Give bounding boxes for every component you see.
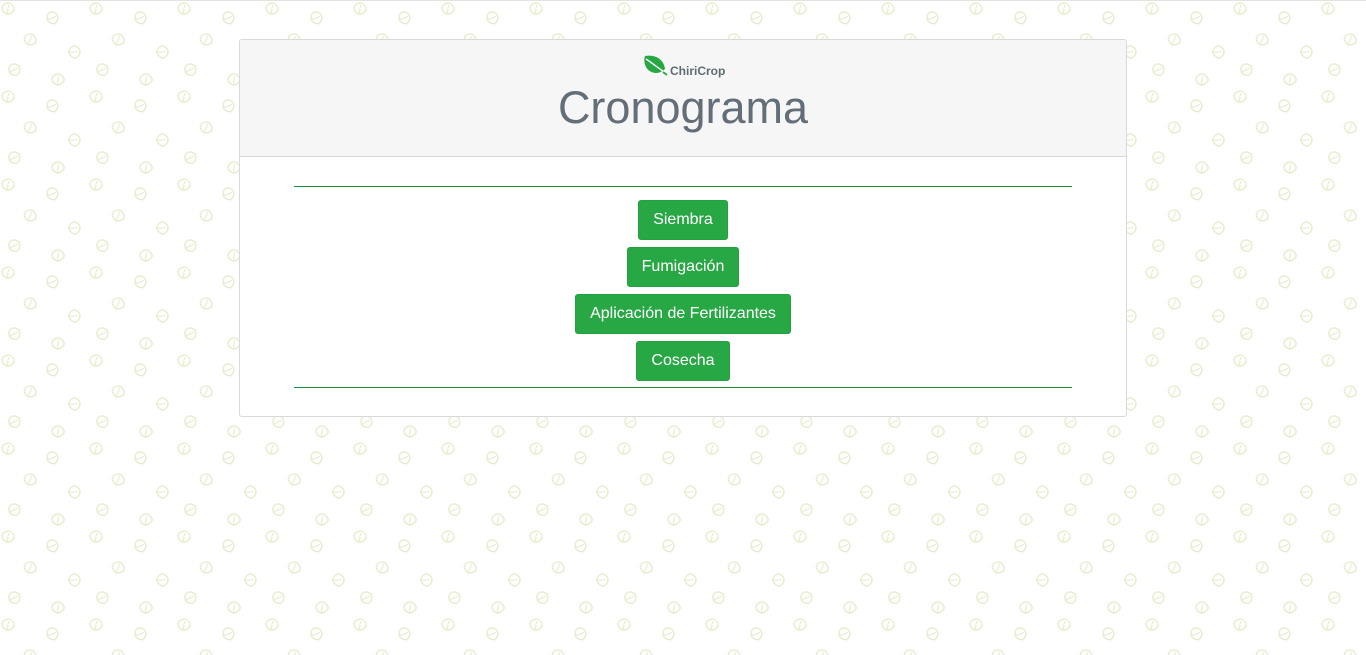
top-divider [294,186,1072,187]
card-header: ChiriCrop Cronograma [240,40,1126,157]
brand-name: ChiriCrop [670,64,726,78]
page-title: Cronograma [557,82,809,133]
fumigacion-button[interactable]: Fumigación [626,247,740,287]
leaf-icon [644,55,668,76]
top-border [0,0,1366,1]
cosecha-button[interactable]: Cosecha [636,341,730,381]
fertilizantes-button[interactable]: Aplicación de Fertilizantes [575,294,791,334]
schedule-menu: Siembra Fumigación Aplicación de Fertili… [240,200,1126,388]
card-body: Siembra Fumigación Aplicación de Fertili… [240,157,1126,416]
siembra-button[interactable]: Siembra [638,200,728,240]
schedule-card: ChiriCrop Cronograma Siembra Fumigación … [239,39,1127,417]
bottom-divider [294,387,1072,388]
brand-logo[interactable]: ChiriCrop [642,51,725,79]
